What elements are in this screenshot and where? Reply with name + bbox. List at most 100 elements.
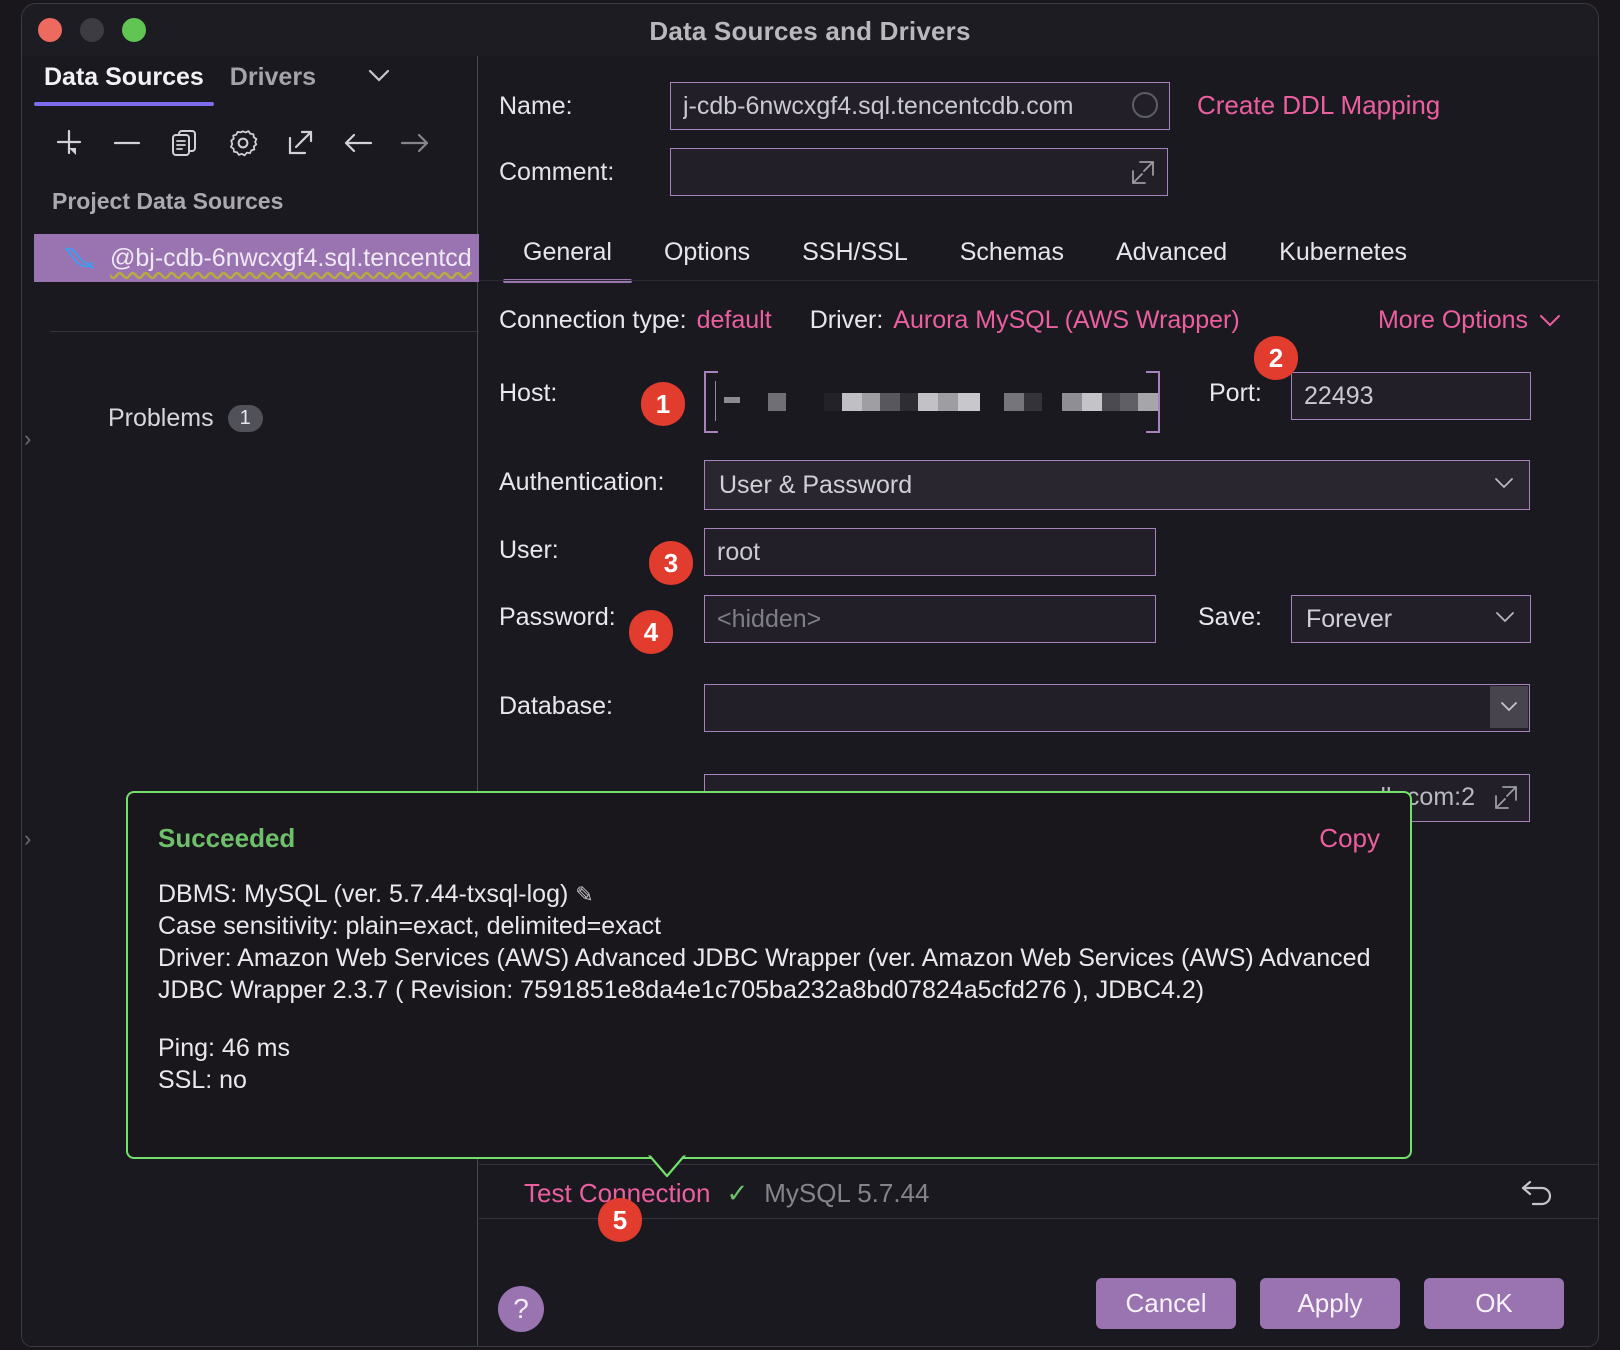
comment-row: Comment: [499,158,614,187]
open-external-icon[interactable] [278,122,322,164]
window-title: Data Sources and Drivers [22,16,1598,47]
database-label: Database: [499,692,613,721]
popup-line-ping: Ping: 46 ms [158,1032,1386,1064]
project-data-sources-title: Project Data Sources [52,188,283,215]
authentication-select[interactable]: User & Password [704,460,1530,510]
success-check-icon: ✓ [726,1178,748,1209]
sidebar-tabs: Data Sources Drivers D [22,56,477,108]
popup-header: Succeeded Copy [158,823,1380,854]
forward-arrow-icon[interactable] [393,122,437,164]
popup-body: DBMS: MySQL (ver. 5.7.44-txsql-log) ✎ Ca… [158,878,1386,1096]
expand-editor-icon[interactable] [1126,156,1160,192]
authentication-value: User & Password [719,471,912,500]
callout-badge-1: 1 [641,382,685,426]
copy-button[interactable]: Copy [1319,823,1380,854]
tab-general[interactable]: General [497,232,638,283]
apply-button[interactable]: Apply [1260,1278,1400,1329]
popup-line-case-sensitivity: Case sensitivity: plain=exact, delimited… [158,910,1386,942]
copy-icon[interactable] [163,122,207,164]
test-connection-row: Test Connection ✓ MySQL 5.7.44 [524,1178,929,1209]
problems-section[interactable]: Problems 1 [108,404,263,433]
remove-icon[interactable] [106,122,150,164]
gear-icon[interactable] [221,122,265,164]
help-button[interactable]: ? [498,1286,544,1332]
port-label: Port: [1209,379,1262,408]
data-source-label: @bj-cdb-6nwcxgf4.sql.tencentcd [110,244,472,273]
tabs-underline [479,280,1598,281]
popup-line-ssl: SSL: no [158,1064,1386,1096]
connection-type-value[interactable]: default [697,306,772,335]
cancel-button[interactable]: Cancel [1096,1278,1236,1329]
user-input[interactable] [704,528,1156,576]
name-input[interactable] [670,82,1170,130]
connection-type-row: Connection type: default Driver: Aurora … [499,306,1278,335]
tab-schemas[interactable]: Schemas [934,232,1090,283]
save-value: Forever [1306,605,1392,634]
callout-badge-5: 5 [598,1198,642,1242]
database-version-text: MySQL 5.7.44 [764,1178,929,1209]
password-label: Password: [499,603,616,632]
host-label: Host: [499,379,557,408]
tab-data-sources[interactable]: Data Sources [34,59,214,106]
tab-drivers[interactable]: Drivers [214,59,326,106]
more-options-label: More Options [1378,306,1528,335]
popup-line-dbms: DBMS: MySQL (ver. 5.7.44-txsql-log) [158,880,568,908]
password-input[interactable] [704,595,1156,643]
comment-label: Comment: [499,158,614,187]
problems-label: Problems [108,404,214,433]
ok-button[interactable]: OK [1424,1278,1564,1329]
expand-editor-icon[interactable] [1489,781,1523,817]
name-label: Name: [499,92,573,121]
tab-kubernetes[interactable]: Kubernetes [1253,232,1433,283]
authentication-label: Authentication: [499,468,664,497]
user-label: User: [499,536,559,565]
chevron-down-icon [1493,474,1515,496]
chevron-down-icon [1494,608,1516,630]
popup-status-label: Succeeded [158,823,295,854]
settings-tabs: General Options SSH/SSL Schemas Advanced… [497,232,1433,283]
edit-pencil-icon[interactable]: ✎ [575,882,593,907]
popup-line-dbms-wrapper: DBMS: MySQL (ver. 5.7.44-txsql-log) ✎ [158,878,1386,910]
title-bar: Data Sources and Drivers [22,4,1598,56]
create-ddl-mapping-link[interactable]: Create DDL Mapping [1197,90,1440,121]
port-input[interactable] [1291,372,1531,420]
popup-pointer-tail [647,1154,683,1176]
save-label: Save: [1198,603,1262,632]
database-field-wrapper [704,684,1530,732]
tab-options[interactable]: Options [638,232,776,283]
more-options-button[interactable]: More Options [1378,306,1562,335]
mysql-dolphin-icon [62,243,96,273]
comment-input[interactable] [670,148,1168,196]
name-field-wrapper [670,82,1170,130]
chevron-down-icon[interactable] [364,65,394,100]
tab-overflow[interactable]: D [326,59,352,106]
name-row: Name: [499,92,573,121]
database-input[interactable] [704,684,1530,732]
sidebar-collapse-chevron-bottom[interactable]: › [24,826,31,852]
popup-line-driver: Driver: Amazon Web Services (AWS) Advanc… [158,942,1386,1006]
connection-type-label: Connection type: [499,306,687,335]
callout-badge-2: 2 [1254,336,1298,380]
revert-icon[interactable] [1516,1174,1558,1223]
driver-value[interactable]: Aurora MySQL (AWS Wrapper) [893,306,1239,335]
test-connection-result-popup: Succeeded Copy DBMS: MySQL (ver. 5.7.44-… [126,791,1412,1159]
host-input[interactable] [704,373,1160,431]
tab-advanced[interactable]: Advanced [1090,232,1253,283]
dialog-window: Data Sources and Drivers Data Sources Dr… [22,4,1598,1346]
loading-spinner-icon [1132,92,1158,118]
database-dropdown-button[interactable] [1490,686,1528,728]
comment-field-wrapper [670,148,1168,196]
tab-ssh-ssl[interactable]: SSH/SSL [776,232,934,283]
chevron-down-icon [1538,306,1562,335]
sidebar-toolbar [22,114,477,172]
callout-badge-4: 4 [629,610,673,654]
bottom-separator-bottom [479,1218,1598,1219]
sidebar-divider [50,331,480,332]
save-select[interactable]: Forever [1291,595,1531,643]
add-icon[interactable] [48,122,92,164]
callout-badge-3: 3 [649,541,693,585]
sidebar-collapse-chevron-top[interactable]: › [24,426,31,452]
sidebar-item-data-source[interactable]: @bj-cdb-6nwcxgf4.sql.tencentcd [34,234,494,282]
back-arrow-icon[interactable] [336,122,380,164]
problems-count-badge: 1 [228,405,263,432]
